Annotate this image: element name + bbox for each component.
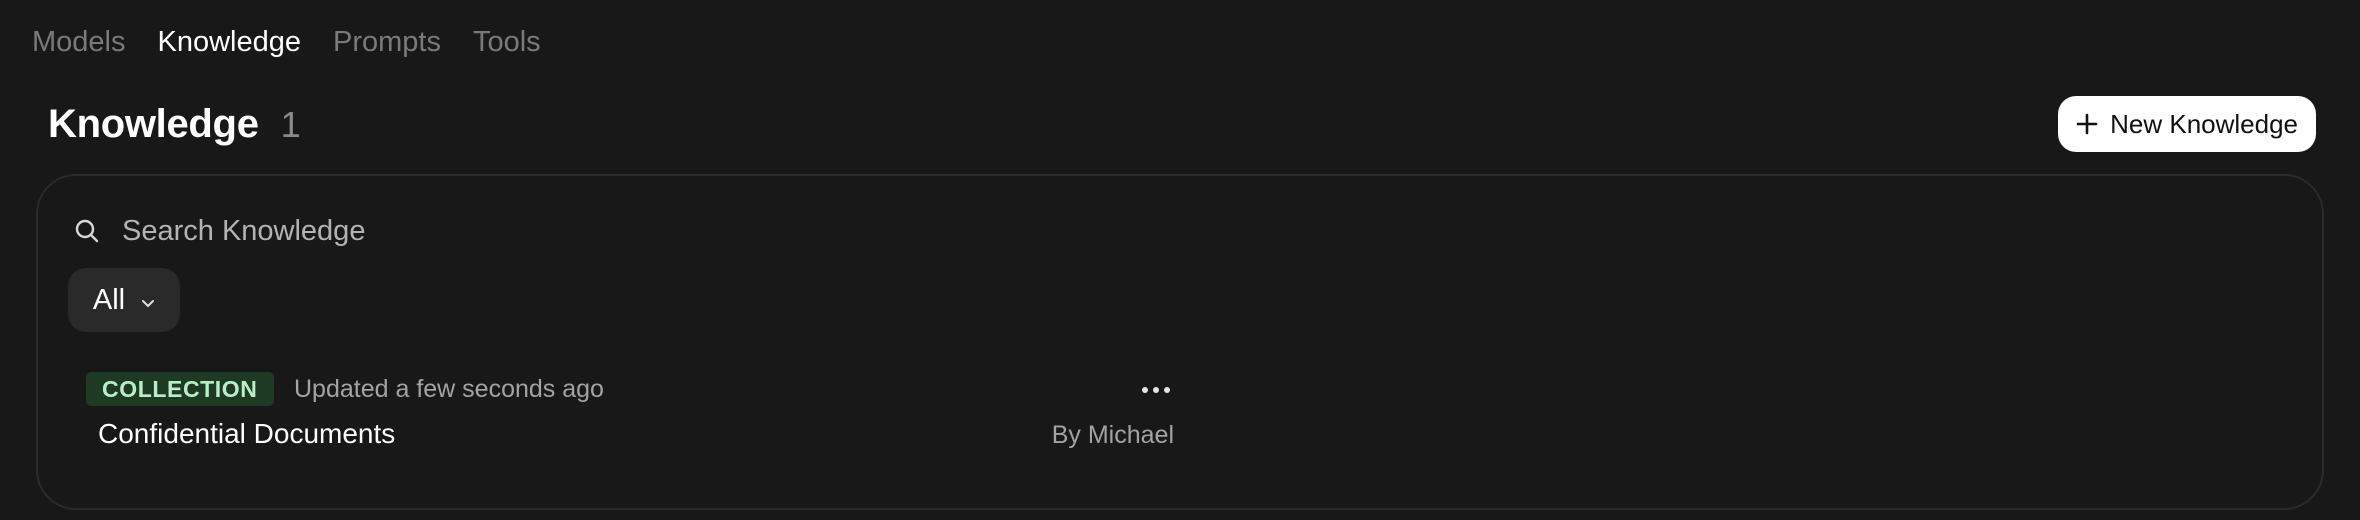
filter-dropdown[interactable]: All (68, 268, 180, 332)
plus-icon (2076, 113, 2098, 135)
new-knowledge-label: New Knowledge (2110, 108, 2298, 139)
workspace-tabs: Models Knowledge Prompts Tools (32, 22, 541, 62)
chevron-down-icon (141, 284, 155, 317)
search-bar (74, 206, 1274, 256)
search-input[interactable] (122, 214, 1222, 248)
item-count: 1 (280, 103, 301, 145)
page-title: Knowledge (48, 101, 259, 146)
tab-knowledge[interactable]: Knowledge (158, 22, 302, 62)
tab-models[interactable]: Models (32, 22, 126, 62)
search-icon (74, 218, 100, 244)
knowledge-item[interactable]: COLLECTION Updated a few seconds ago Con… (86, 372, 1186, 462)
tab-tools[interactable]: Tools (473, 22, 541, 62)
knowledge-panel: All COLLECTION Updated a few seconds ago… (36, 174, 2324, 510)
title-group: Knowledge 1 (48, 102, 301, 147)
updated-timestamp: Updated a few seconds ago (294, 375, 604, 403)
ellipsis-icon[interactable] (1138, 380, 1174, 400)
knowledge-item-title: Confidential Documents (98, 418, 396, 449)
new-knowledge-button[interactable]: New Knowledge (2058, 96, 2316, 152)
filter-selected-label: All (92, 283, 126, 316)
knowledge-item-author: By Michael (1051, 421, 1174, 449)
collection-badge: COLLECTION (86, 372, 274, 406)
page-header: Knowledge 1 New Knowledge (48, 96, 2316, 152)
tab-prompts[interactable]: Prompts (333, 22, 441, 62)
